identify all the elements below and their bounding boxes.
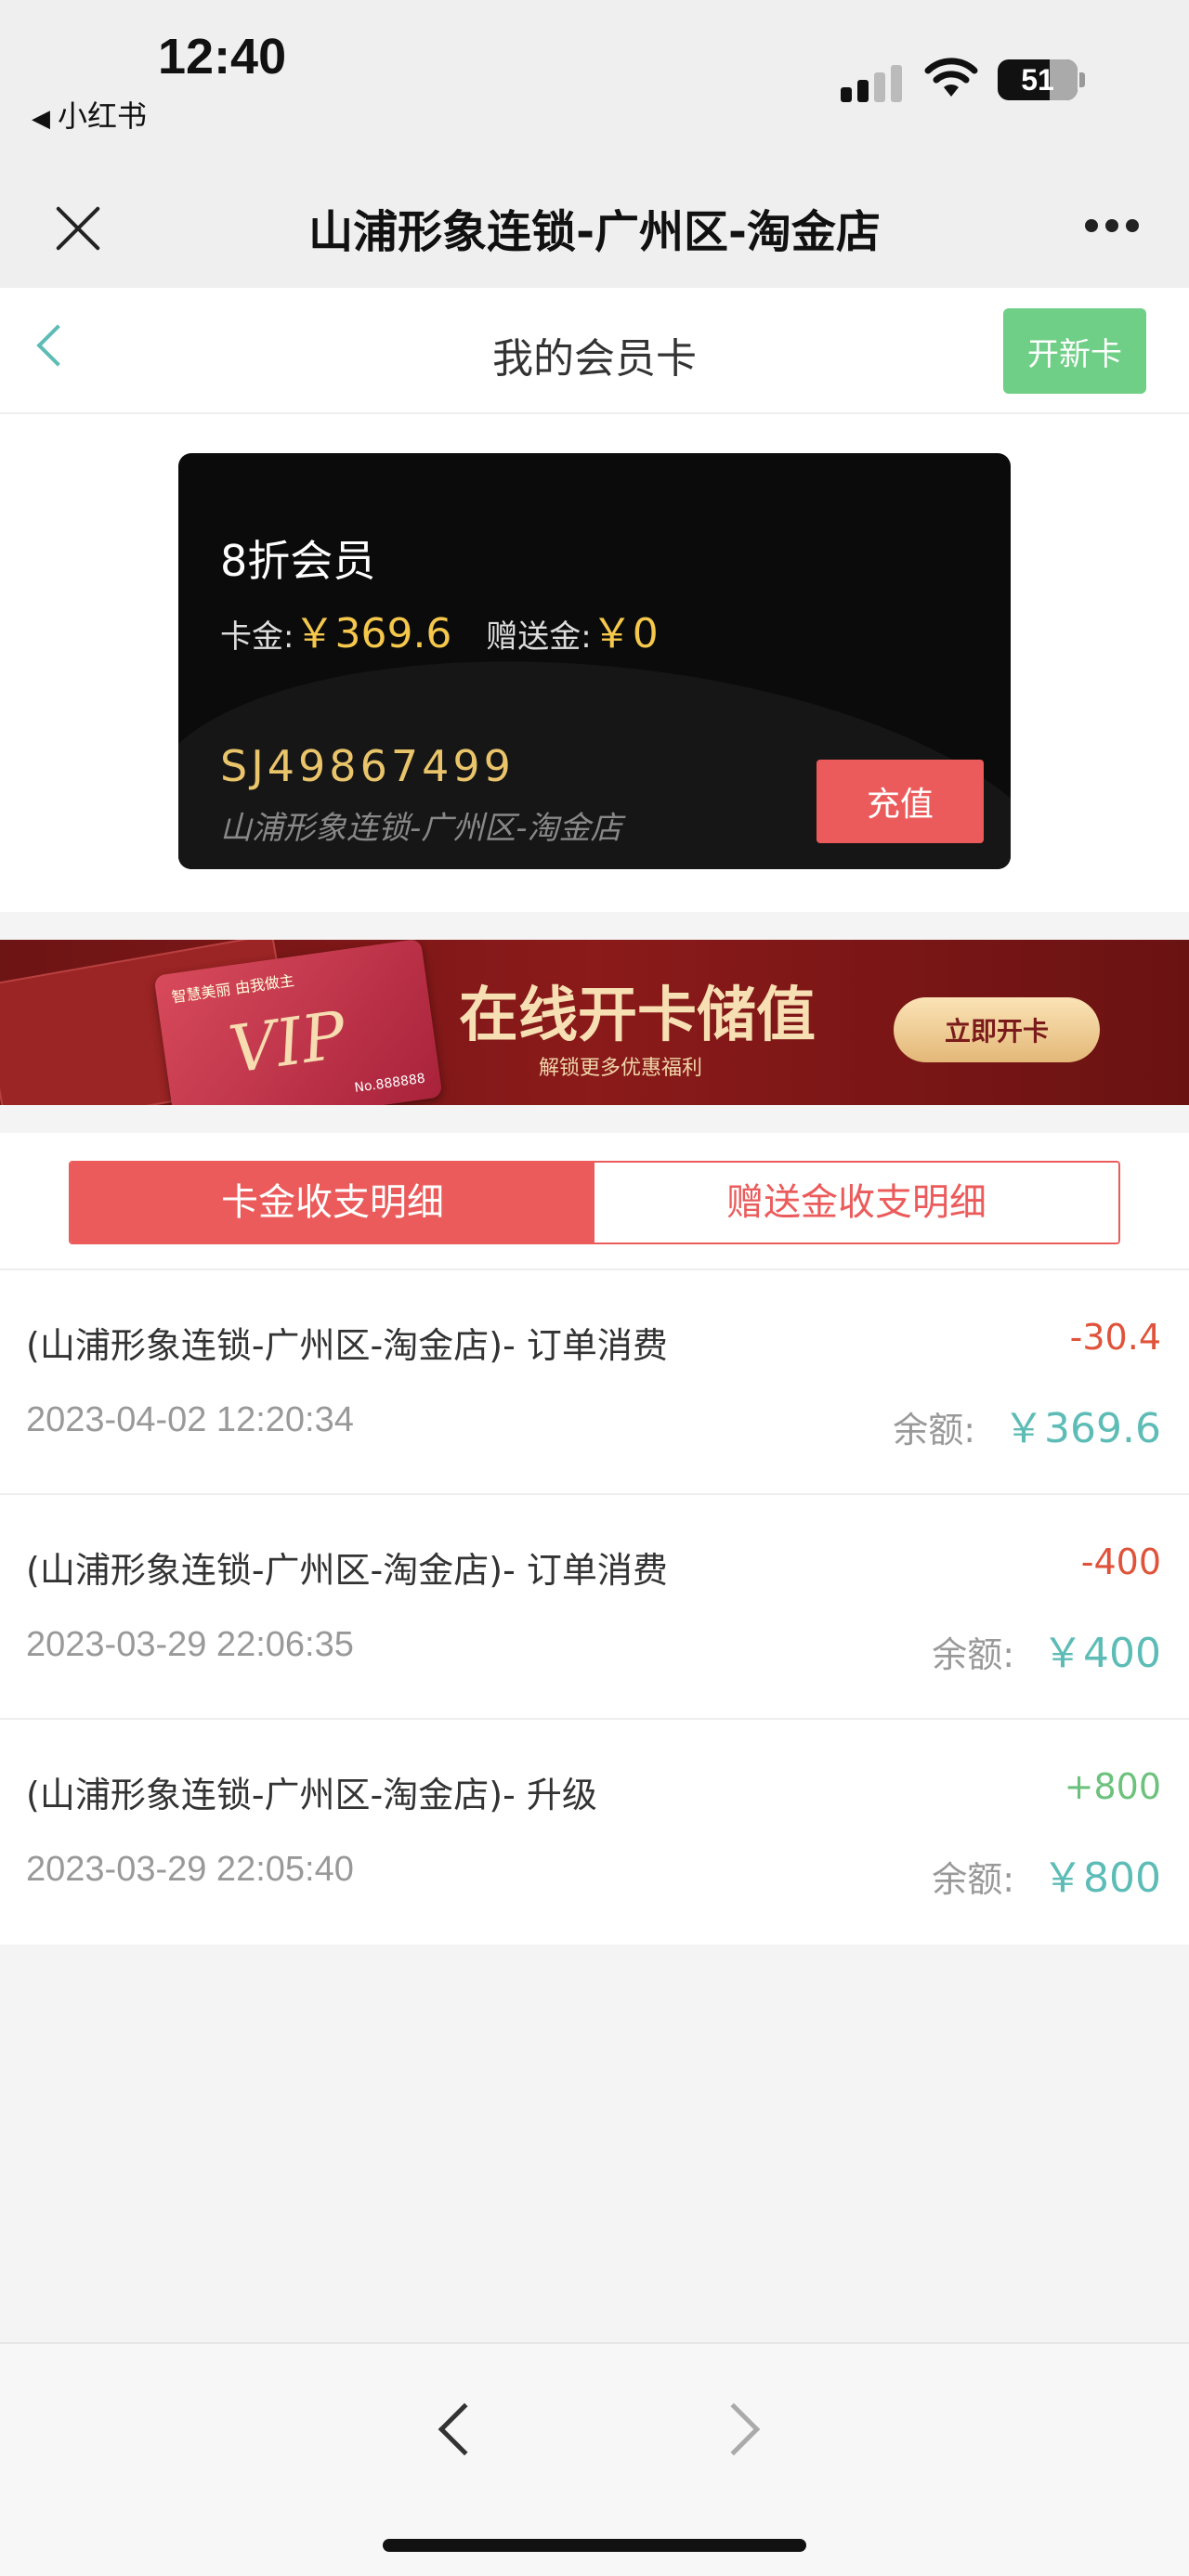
card-section: 8折会员 卡金:￥369.6 赠送金:￥0 SJ49867499 山浦形象连锁-… [0,414,1189,912]
recharge-button[interactable]: 充值 [817,760,984,843]
bonus-value: ￥0 [591,610,659,657]
transaction-row[interactable]: (山浦形象连锁-广州区-淘金店)- 订单消费 -30.4 2023-04-02 … [0,1270,1189,1495]
mini-program-title: 山浦形象连锁-广州区-淘金店 [308,206,881,258]
banner-subtitle: 解锁更多优惠福利 [539,1057,703,1080]
open-new-card-button[interactable]: 开新卡 [1003,308,1146,394]
cellular-signal-icon [841,61,915,102]
banner-title: 在线开卡储值 [459,981,816,1050]
transaction-balance: 余额: ￥400 [932,1630,1161,1677]
transaction-balance: 余额: ￥800 [932,1854,1161,1902]
page-title: 我的会员卡 [492,335,697,383]
forward-arrow-icon[interactable] [707,2402,761,2456]
transaction-date: 2023-04-02 12:20:34 [26,1400,354,1439]
card-number: SJ49867499 [220,741,515,791]
back-chevron-icon[interactable] [36,324,79,367]
clock: 12:40 [158,29,287,85]
open-card-now-button[interactable]: 立即开卡 [894,997,1100,1062]
page-nav-bar: 我的会员卡 开新卡 [0,288,1189,414]
back-triangle-icon: ◀ [32,105,50,133]
more-icon[interactable] [1085,219,1141,238]
card-shop-name: 山浦形象连锁-广州区-淘金店 [220,810,622,847]
back-arrow-icon[interactable] [438,2402,491,2456]
back-app-label: 小红书 [58,98,148,134]
wifi-icon [924,58,978,97]
transaction-amount: -30.4 [1069,1317,1161,1358]
card-level: 8折会员 [220,536,376,586]
balance-value: ￥369.6 [294,610,452,657]
transaction-amount: +800 [1064,1766,1161,1807]
battery-level: 51 [1021,63,1054,97]
transaction-row[interactable]: (山浦形象连锁-广州区-淘金店)- 订单消费 -400 2023-03-29 2… [0,1495,1189,1720]
transaction-amount: -400 [1080,1542,1161,1582]
back-to-app-link[interactable]: ◀ 小红书 [32,93,147,136]
battery-icon: 51 [998,59,1078,100]
home-indicator[interactable] [383,2539,806,2552]
card-balance-line: 卡金:￥369.6 赠送金:￥0 [220,600,659,659]
status-bar: 12:40 ◀ 小红书 51 [0,0,1189,167]
transaction-title: (山浦形象连锁-广州区-淘金店)- 升级 [26,1775,597,1815]
balance-label: 卡金: [220,618,294,656]
close-icon[interactable] [52,202,104,254]
transaction-title: (山浦形象连锁-广州区-淘金店)- 订单消费 [26,1325,668,1366]
mini-program-header: 山浦形象连锁-广州区-淘金店 [0,167,1189,288]
transaction-date: 2023-03-29 22:06:35 [26,1625,354,1664]
transaction-balance: 余额: ￥369.6 [893,1405,1161,1452]
tab-card-balance-detail[interactable]: 卡金收支明细 [71,1163,594,1242]
tab-section: 卡金收支明细 赠送金收支明细 [0,1133,1189,1270]
bonus-label: 赠送金: [486,618,592,656]
transaction-row[interactable]: (山浦形象连锁-广州区-淘金店)- 升级 +800 2023-03-29 22:… [0,1720,1189,1945]
transaction-title: (山浦形象连锁-广州区-淘金店)- 订单消费 [26,1550,668,1591]
member-card: 8折会员 卡金:￥369.6 赠送金:￥0 SJ49867499 山浦形象连锁-… [178,453,1011,869]
tab-bonus-detail[interactable]: 赠送金收支明细 [594,1163,1118,1242]
transaction-list: (山浦形象连锁-广州区-淘金店)- 订单消费 -30.4 2023-04-02 … [0,1270,1189,1945]
vip-promo-banner[interactable]: 智慧美丽 由我做主 VIP No.888888 在线开卡储值 解锁更多优惠福利 … [0,940,1189,1105]
bottom-navigation [0,2342,1189,2576]
transaction-date: 2023-03-29 22:05:40 [26,1850,354,1889]
detail-tabs: 卡金收支明细 赠送金收支明细 [69,1161,1120,1244]
